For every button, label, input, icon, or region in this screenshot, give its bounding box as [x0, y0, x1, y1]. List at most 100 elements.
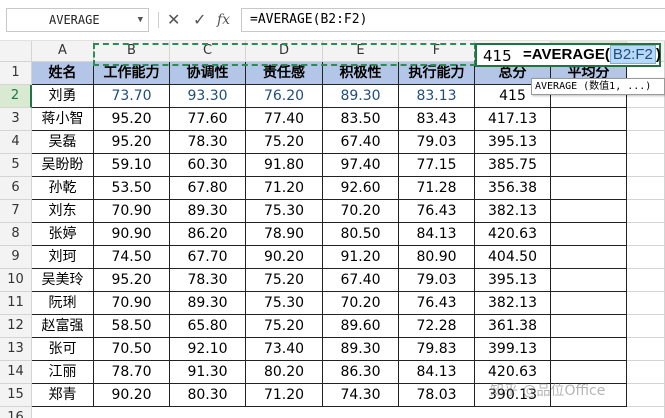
table-cell[interactable]: 395.13 — [475, 269, 551, 292]
table-cell[interactable]: 张可 — [32, 338, 94, 361]
table-cell[interactable]: 97.40 — [323, 154, 399, 177]
table-cell[interactable]: 75.20 — [246, 269, 323, 292]
cell-filler[interactable] — [627, 200, 665, 223]
row-header-13[interactable]: 13 — [0, 338, 32, 361]
table-cell[interactable]: 77.60 — [170, 108, 246, 131]
chevron-down-icon[interactable]: ▼ — [138, 9, 143, 31]
table-cell[interactable] — [551, 292, 627, 315]
table-cell[interactable]: 78.90 — [246, 223, 323, 246]
row-header-2[interactable]: 2 — [0, 85, 32, 108]
cell-filler[interactable] — [627, 407, 665, 418]
row-header-8[interactable]: 8 — [0, 223, 32, 246]
table-cell[interactable]: 71.28 — [399, 177, 475, 200]
table-cell[interactable]: 76.43 — [399, 200, 475, 223]
table-cell[interactable]: 赵富强 — [32, 315, 94, 338]
column-header-d[interactable]: D — [246, 41, 323, 62]
cell-filler[interactable] — [627, 292, 665, 315]
table-cell[interactable]: 67.40 — [323, 269, 399, 292]
table-cell[interactable]: 91.20 — [323, 246, 399, 269]
table-cell[interactable]: 53.50 — [94, 177, 170, 200]
table-cell[interactable]: 79.83 — [399, 338, 475, 361]
table-cell[interactable]: 75.30 — [246, 200, 323, 223]
table-cell[interactable]: 80.90 — [399, 246, 475, 269]
table-cell[interactable]: 83.50 — [323, 108, 399, 131]
table-cell[interactable]: 95.20 — [94, 131, 170, 154]
table-cell[interactable]: 404.50 — [475, 246, 551, 269]
table-cell[interactable]: 67.80 — [170, 177, 246, 200]
row-header-4[interactable]: 4 — [0, 131, 32, 154]
table-cell[interactable]: 92.10 — [170, 338, 246, 361]
table-cell[interactable]: 67.70 — [170, 246, 246, 269]
row-header-6[interactable]: 6 — [0, 177, 32, 200]
row-header-9[interactable]: 9 — [0, 246, 32, 269]
table-cell[interactable] — [551, 315, 627, 338]
table-cell[interactable]: 80.30 — [170, 384, 246, 407]
table-cell[interactable]: 382.13 — [475, 200, 551, 223]
row-header-3[interactable]: 3 — [0, 108, 32, 131]
table-cell[interactable]: 83.43 — [399, 108, 475, 131]
name-box[interactable]: AVERAGE ▼ — [6, 8, 149, 32]
column-header-a[interactable]: A — [32, 41, 94, 62]
table-cell[interactable]: 75.30 — [246, 292, 323, 315]
column-header-b[interactable]: B — [94, 41, 170, 62]
table-cell[interactable] — [551, 200, 627, 223]
row-header-1[interactable]: 1 — [0, 62, 32, 85]
table-cell[interactable]: 77.40 — [246, 108, 323, 131]
table-cell[interactable]: 70.20 — [323, 292, 399, 315]
table-cell[interactable]: 84.13 — [399, 223, 475, 246]
table-cell[interactable]: 吴美玲 — [32, 269, 94, 292]
fx-icon[interactable]: fx — [217, 9, 230, 31]
table-cell[interactable]: 孙乾 — [32, 177, 94, 200]
table-header-cell[interactable]: 责任感 — [246, 62, 323, 85]
cell-filler[interactable] — [627, 131, 665, 154]
cell-filler[interactable] — [627, 108, 665, 131]
table-cell[interactable]: 89.30 — [170, 200, 246, 223]
table-cell[interactable]: 80.20 — [246, 361, 323, 384]
row-header-11[interactable]: 11 — [0, 292, 32, 315]
table-cell[interactable]: 78.70 — [94, 361, 170, 384]
cell-filler[interactable] — [627, 315, 665, 338]
table-cell[interactable]: 89.30 — [323, 338, 399, 361]
table-cell[interactable]: 76.20 — [246, 85, 323, 108]
enter-icon[interactable]: ✓ — [193, 9, 206, 31]
table-cell[interactable]: 78.30 — [170, 131, 246, 154]
table-cell[interactable]: 90.20 — [246, 246, 323, 269]
spreadsheet-grid[interactable]: ABCDEFGH12345678910111213141516姓名工作能力协调性… — [0, 41, 665, 418]
table-cell[interactable]: 60.30 — [170, 154, 246, 177]
table-cell[interactable]: 90.90 — [94, 223, 170, 246]
row-header-5[interactable]: 5 — [0, 154, 32, 177]
table-cell[interactable]: 59.10 — [94, 154, 170, 177]
cell-filler[interactable] — [627, 361, 665, 384]
table-cell[interactable]: 75.20 — [246, 131, 323, 154]
table-cell[interactable]: 刘珂 — [32, 246, 94, 269]
table-header-cell[interactable]: 执行能力 — [399, 62, 475, 85]
table-cell[interactable]: 58.50 — [94, 315, 170, 338]
table-cell[interactable]: 67.40 — [323, 131, 399, 154]
table-cell[interactable]: 江丽 — [32, 361, 94, 384]
column-header-c[interactable]: C — [170, 41, 246, 62]
table-cell[interactable]: 95.20 — [94, 269, 170, 292]
table-cell[interactable]: 71.20 — [246, 177, 323, 200]
table-cell[interactable] — [551, 338, 627, 361]
table-cell[interactable]: 76.43 — [399, 292, 475, 315]
cell-filler[interactable] — [627, 269, 665, 292]
table-cell[interactable]: 72.28 — [399, 315, 475, 338]
row-header-16[interactable]: 16 — [0, 407, 32, 418]
table-cell[interactable] — [551, 177, 627, 200]
table-cell[interactable]: 80.50 — [323, 223, 399, 246]
row-header-7[interactable]: 7 — [0, 200, 32, 223]
table-cell[interactable]: 78.30 — [170, 269, 246, 292]
table-cell[interactable] — [551, 223, 627, 246]
table-cell[interactable]: 89.30 — [323, 85, 399, 108]
table-cell[interactable]: 79.03 — [399, 269, 475, 292]
table-header-cell[interactable]: 工作能力 — [94, 62, 170, 85]
cell-editor[interactable]: 415 =AVERAGE(B2:F2) — [475, 43, 661, 67]
table-cell[interactable]: 89.30 — [170, 292, 246, 315]
table-cell[interactable]: 70.90 — [94, 292, 170, 315]
table-cell[interactable]: 90.20 — [94, 384, 170, 407]
table-cell[interactable]: 70.50 — [94, 338, 170, 361]
column-header-e[interactable]: E — [323, 41, 399, 62]
cell-filler[interactable] — [627, 338, 665, 361]
table-cell[interactable]: 91.80 — [246, 154, 323, 177]
row-header-14[interactable]: 14 — [0, 361, 32, 384]
